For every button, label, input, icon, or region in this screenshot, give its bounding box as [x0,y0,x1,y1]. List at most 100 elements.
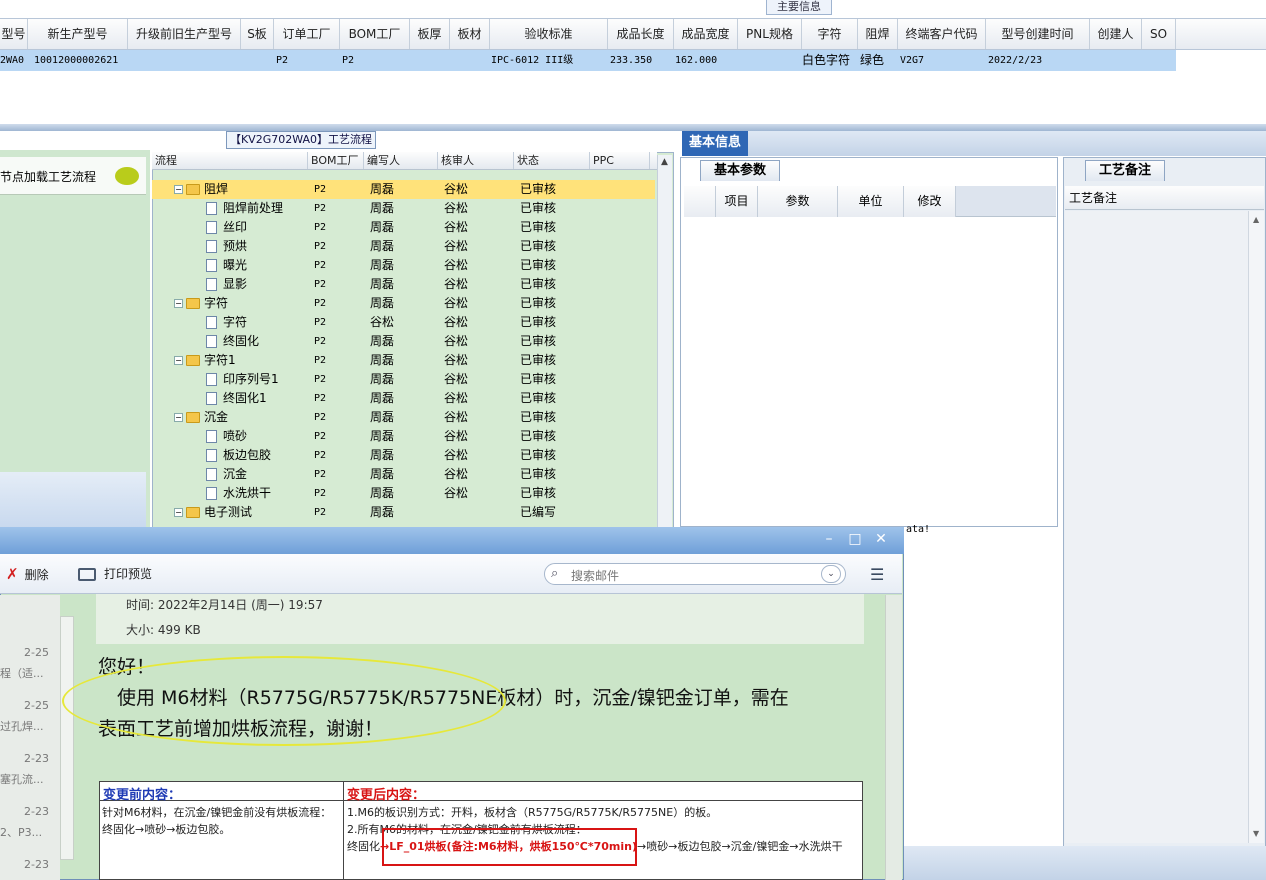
document-icon [206,316,217,329]
mail-list-date[interactable]: 2-25 [24,646,49,659]
mail-list-subject[interactable]: 塞孔流... [0,771,44,787]
menu-icon[interactable]: ☰ [870,565,884,584]
speech-bubble-icon[interactable] [115,167,139,185]
params-col-edit[interactable]: 修改 [904,186,956,217]
main-grid-row[interactable]: 2WA0 10012000002621 P2 P2 IPC-6012 III级 … [0,50,1176,71]
tree-cell-bom: P2 [314,336,327,347]
collapse-icon[interactable]: − [174,356,183,365]
col-length[interactable]: 成品长度 [608,19,674,49]
scroll-up-icon[interactable]: ▲ [661,157,668,167]
tree-row[interactable]: 终固化1 P2 周磊 谷松 已审核 [152,389,655,408]
mail-list-date[interactable]: 2-23 [24,752,49,765]
notes-scrollbar[interactable]: ▲ ▼ [1248,211,1264,843]
minimize-icon[interactable]: – [820,530,838,548]
tree-row[interactable]: − 阻焊 P2 周磊 谷松 已审核 [152,180,655,199]
tree-row[interactable]: 板边包胶 P2 周磊 谷松 已审核 [152,446,655,465]
collapse-icon[interactable]: − [174,185,183,194]
mail-list-subject[interactable]: 2、P3... [0,824,42,840]
horizontal-splitter[interactable] [0,124,1266,131]
tree-row[interactable]: − 电子测试 P2 周磊 已编写 [152,503,655,522]
tree-cell-status: 已审核 [520,467,557,481]
mail-titlebar[interactable]: – □ ✕ [0,527,904,554]
collapse-icon[interactable]: − [174,413,183,422]
col-width[interactable]: 成品宽度 [674,19,738,49]
tree-row[interactable]: 阻焊前处理 P2 周磊 谷松 已审核 [152,199,655,218]
folder-icon [186,184,200,195]
tree-col-status[interactable]: 状态 [514,152,590,169]
col-created[interactable]: 型号创建时间 [986,19,1090,49]
basic-info-tab[interactable]: 基本信息 [682,131,748,156]
left-nav-header[interactable]: 节点加载工艺流程 [0,157,146,195]
tree-row[interactable]: 显影 P2 周磊 谷松 已审核 [152,275,655,294]
tree-col-ppc[interactable]: PPC [590,152,650,169]
tree-row[interactable]: 水洗烘干 P2 周磊 谷松 已审核 [152,484,655,503]
mail-list-scrollbar[interactable] [60,616,74,860]
tree-cell-bom: P2 [314,241,327,252]
tree-cell-reviewer: 谷松 [444,448,469,462]
tree-col-process[interactable]: 流程 [152,152,308,169]
col-order-factory[interactable]: 订单工厂 [274,19,340,49]
tree-col-bom[interactable]: BOM工厂 [308,152,364,169]
scroll-up-icon[interactable]: ▲ [1253,215,1259,224]
tree-row[interactable]: − 字符 P2 周磊 谷松 已审核 [152,294,655,313]
col-char[interactable]: 字符 [802,19,858,49]
collapse-icon[interactable]: − [174,299,183,308]
col-pnl[interactable]: PNL规格 [738,19,802,49]
tree-node-label: 水洗烘干 [223,486,272,500]
basic-params-tab[interactable]: 基本参数 [700,160,780,181]
col-thickness[interactable]: 板厚 [410,19,450,49]
tree-row[interactable]: 曝光 P2 周磊 谷松 已审核 [152,256,655,275]
tree-cell-bom: P2 [314,488,327,499]
chevron-down-icon[interactable]: ⌄ [821,565,841,583]
col-s-board[interactable]: S板 [241,19,274,49]
scroll-down-icon[interactable]: ▼ [1253,829,1259,838]
tree-row[interactable]: 终固化 P2 周磊 谷松 已审核 [152,332,655,351]
col-old-model[interactable]: 升级前旧生产型号 [128,19,241,49]
mail-list-date[interactable]: 2-25 [24,699,49,712]
maximize-icon[interactable]: □ [846,530,864,548]
params-col-item[interactable]: 项目 [716,186,758,217]
mail-list-date[interactable]: 2-23 [24,805,49,818]
col-model[interactable]: 型号 [0,19,28,49]
main-info-tab[interactable]: 主要信息 [766,0,832,15]
search-icon: ⌕ [551,566,559,581]
bottom-status-strip [904,846,1266,880]
tree-node: − 字符 [174,294,228,313]
tree-row[interactable]: 预烘 P2 周磊 谷松 已审核 [152,237,655,256]
collapse-icon[interactable]: − [174,508,183,517]
tree-node: 终固化 [206,332,259,351]
col-so[interactable]: SO [1142,19,1176,49]
tree-row[interactable]: 沉金 P2 周磊 谷松 已审核 [152,465,655,484]
tree-row[interactable]: − 沉金 P2 周磊 谷松 已审核 [152,408,655,427]
col-customer[interactable]: 终端客户代码 [898,19,986,49]
process-notes-tab[interactable]: 工艺备注 [1085,160,1165,181]
mail-search-box[interactable]: ⌕ 搜索邮件 ⌄ [544,563,846,585]
col-new-model[interactable]: 新生产型号 [28,19,128,49]
params-col-unit[interactable]: 单位 [838,186,904,217]
delete-button[interactable]: ✗ 删除 [6,554,49,594]
tree-row[interactable]: 喷砂 P2 周磊 谷松 已审核 [152,427,655,446]
tree-cell-bom: P2 [314,279,327,290]
change-table-divider [343,781,344,880]
tree-col-reviewer[interactable]: 核审人 [438,152,514,169]
col-bom-factory[interactable]: BOM工厂 [340,19,410,49]
mail-scrollbar[interactable] [885,595,902,880]
process-notes-body[interactable] [1065,211,1248,843]
params-col-value[interactable]: 参数 [758,186,838,217]
tree-row[interactable]: − 字符1 P2 周磊 谷松 已审核 [152,351,655,370]
tree-scrollbar[interactable]: ▲ [657,155,672,527]
tree-cell-bom: P2 [314,412,327,423]
col-standard[interactable]: 验收标准 [490,19,608,49]
col-material[interactable]: 板材 [450,19,490,49]
col-mask[interactable]: 阻焊 [858,19,898,49]
tree-col-writer[interactable]: 编写人 [364,152,438,169]
tree-row[interactable]: 字符 P2 谷松 谷松 已审核 [152,313,655,332]
col-creator[interactable]: 创建人 [1090,19,1142,49]
tree-row[interactable]: 印序列号1 P2 周磊 谷松 已审核 [152,370,655,389]
close-icon[interactable]: ✕ [872,530,890,548]
tree-row[interactable]: 丝印 P2 周磊 谷松 已审核 [152,218,655,237]
mail-list-subject[interactable]: 程（适... [0,665,44,681]
mail-list-date[interactable]: 2-23 [24,858,49,871]
print-preview-button[interactable]: 打印预览 [78,554,152,594]
mail-list-subject[interactable]: 过孔焊... [0,718,44,734]
